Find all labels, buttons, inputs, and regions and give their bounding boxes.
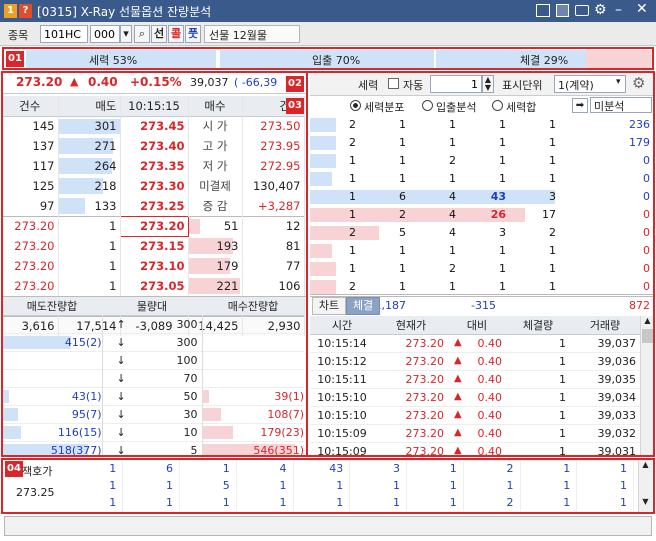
link-icon[interactable] [536, 4, 550, 17]
bottom-cell: 1 [66, 494, 124, 511]
bottom-cell: 1 [179, 494, 237, 511]
bottom-cell: 1 [293, 494, 351, 511]
bottom-cell: 2 [463, 460, 521, 477]
save-icon[interactable] [556, 4, 569, 17]
bottom-cell: 1 [520, 494, 578, 511]
bottom-cell: 1 [520, 477, 578, 494]
bottom-cell: 1 [236, 494, 294, 511]
inout-ratio-label: 입출 70% [312, 54, 361, 67]
bottom-cell: 1 [463, 477, 521, 494]
bottom-cell: 1 [576, 477, 634, 494]
status-bar [4, 516, 652, 536]
bottom-cell: 1 [349, 477, 407, 494]
bottom-cell: 1 [576, 494, 634, 511]
search-icon[interactable]: ⌕ [134, 25, 150, 43]
symbol-label: 종목 [8, 29, 29, 42]
toolbar: 종목 ▾ ⌕ 선 콜 풋 선물 12월물 [0, 22, 656, 46]
main-section-frame [1, 71, 655, 457]
bottom-cell: 1 [66, 460, 124, 477]
close-icon[interactable]: ✕ [636, 1, 648, 17]
bottom-cell: 3 [349, 460, 407, 477]
bottom-cell: 1 [66, 477, 124, 494]
bottom-cell: 43 [293, 460, 351, 477]
symbol-sub-input[interactable] [90, 25, 120, 43]
bottom-cell: 1 [122, 477, 180, 494]
bottom-cell: 1 [406, 477, 464, 494]
futures-button[interactable]: 선 [151, 25, 167, 43]
gear-icon[interactable]: ⚙ [594, 2, 607, 18]
bottom-row: 1 6 1 4 43 3 1 2 1 1 [66, 460, 634, 477]
bottom-cell: 1 [406, 494, 464, 511]
bottom-cell: 5 [179, 477, 237, 494]
seller-ratio-label: 세력 53% [89, 54, 138, 67]
dropdown-button[interactable]: ▾ [120, 25, 132, 43]
window-title: [0315] X-Ray 선물옵션 잔량분석 [37, 5, 212, 19]
camera-icon[interactable] [575, 5, 589, 16]
bottom-cell: 1 [576, 460, 634, 477]
bottom-cell: 4 [236, 460, 294, 477]
fill-ratio-label: 체결 29% [520, 54, 569, 67]
bottom-row: 1151111111 [66, 477, 634, 494]
section-01-badge: 01 [6, 51, 24, 67]
bottom-price: 273.25 [16, 486, 55, 499]
bottom-cell: 1 [349, 494, 407, 511]
help-badge[interactable]: ? [19, 4, 32, 18]
bottom-cell: 1 [179, 460, 237, 477]
symbol-code-input[interactable] [40, 25, 88, 43]
bottom-row: 1111111211 [66, 494, 634, 511]
call-button[interactable]: 콜 [168, 25, 184, 43]
symbol-name: 선물 12월물 [204, 25, 300, 43]
title-bar: 1 ? [0315] X-Ray 선물옵션 잔량분석 ⚙ – ✕ [0, 0, 656, 22]
bottom-cell: 6 [122, 460, 180, 477]
bottom-cell: 1 [122, 494, 180, 511]
bottom-cell: 1 [520, 460, 578, 477]
put-button[interactable]: 풋 [185, 25, 201, 43]
bottom-cell: 2 [463, 494, 521, 511]
bottom-label: 잭호가 [22, 465, 53, 478]
bottom-grid: 1 6 1 4 43 3 1 2 1 1 1 1 5 1 1 1 1 1 1 1 1 1 1 1 1 1 1 2 1 1 [66, 460, 636, 512]
section-04-badge: 04 [5, 461, 23, 477]
bottom-cell: 1 [406, 460, 464, 477]
window-number-badge[interactable]: 1 [4, 4, 17, 18]
bottom-cell: 1 [293, 477, 351, 494]
minimize-icon[interactable]: – [615, 2, 622, 18]
bottom-scrollbar[interactable]: ▲ ▼ [638, 460, 652, 512]
bottom-cell: 1 [236, 477, 294, 494]
fill-ratio-rest [586, 50, 651, 68]
